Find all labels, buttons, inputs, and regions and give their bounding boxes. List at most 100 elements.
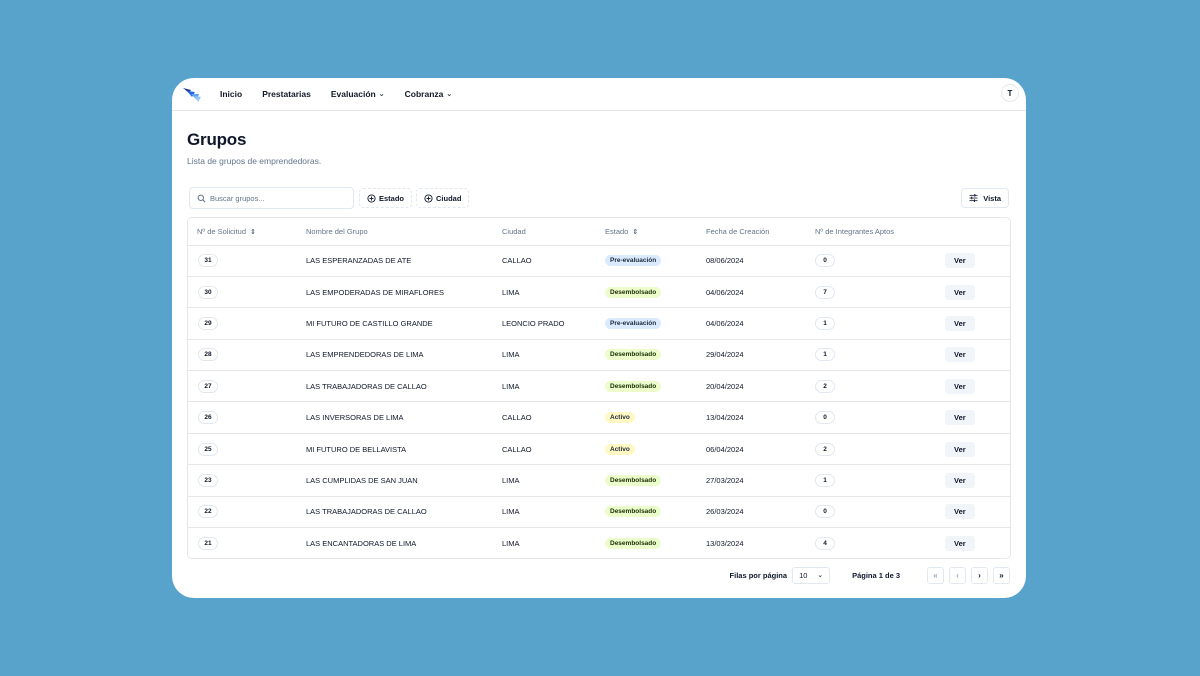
first-page-button[interactable]: « <box>927 566 944 584</box>
request-id-badge: 29 <box>198 316 218 330</box>
header-actions <box>945 218 1010 246</box>
count-badge: 1 <box>815 316 835 330</box>
cell-action: Ver <box>945 307 1010 340</box>
rows-per-page-select[interactable]: 10 ⌄ <box>792 566 831 584</box>
cell-fecha: 29/04/2024 <box>706 339 815 372</box>
view-button[interactable]: Ver <box>945 535 975 551</box>
cell-group-name: MI FUTURO DE CASTILLO GRANDE <box>306 307 502 340</box>
table-row: 22 LAS TRABAJADORAS DE CALLAO LIMA Desembol… <box>188 496 1010 529</box>
view-button[interactable]: Ver <box>945 378 975 394</box>
cell-estado: Pre-evaluación <box>605 307 706 340</box>
next-page-button[interactable]: › <box>971 566 988 584</box>
filter-ciudad-button[interactable]: Ciudad <box>416 188 470 208</box>
table-row: 21 LAS ENCANTADORAS DE LIMA LIMA Desembolsa… <box>188 528 1010 558</box>
table-header-row: Nº de Solicitud ⇕ Nombre del Grupo Ciudad… <box>188 218 1010 246</box>
cell-city: CALLAO <box>502 245 605 277</box>
rows-per-page-label: Filas por página <box>729 570 788 580</box>
header-city: Ciudad <box>502 218 605 246</box>
last-page-button[interactable]: » <box>993 566 1010 584</box>
cell-action: Ver <box>945 433 1010 466</box>
cell-integrantes: 4 <box>815 528 945 558</box>
cell-group-name: LAS ESPERANZADAS DE ATE <box>306 245 502 277</box>
view-button[interactable]: Ver <box>945 284 975 300</box>
request-id-badge: 26 <box>198 411 218 425</box>
cell-group-name: LAS EMPRENDEDORAS DE LIMA <box>306 339 502 372</box>
header-id[interactable]: Nº de Solicitud ⇕ <box>188 218 306 246</box>
view-button[interactable]: Ver <box>945 347 975 363</box>
chevron-down-icon: ⌄ <box>378 91 385 98</box>
request-id-badge: 25 <box>198 442 218 456</box>
cell-id: 21 <box>188 528 306 558</box>
cell-fecha: 04/06/2024 <box>706 276 815 309</box>
previous-page-button[interactable]: ‹ <box>949 566 966 584</box>
view-button[interactable]: Ver <box>945 410 975 426</box>
page-info: Página 1 de 3 <box>852 570 900 580</box>
cell-id: 26 <box>188 401 306 434</box>
table-row: 27 LAS TRABAJADORAS DE CALLAO LIMA Desembol… <box>188 370 1010 403</box>
chevron-down-icon: ⌄ <box>446 91 453 98</box>
cell-city: LIMA <box>502 339 605 372</box>
cell-estado: Activo <box>605 401 706 434</box>
cell-id: 29 <box>188 307 306 340</box>
cell-integrantes: 1 <box>815 464 945 497</box>
cell-city: LIMA <box>502 538 520 548</box>
cell-integrantes: 0 <box>815 245 945 277</box>
cell-estado: Desembolsado <box>605 528 706 558</box>
cell-group-name: LAS EMPODERADAS DE MIRAFLORES <box>306 276 502 309</box>
cell-group-name: MI FUTURO DE BELLAVISTA <box>306 433 502 466</box>
cell-action: Ver <box>945 401 1010 434</box>
cell-fecha: 08/06/2024 <box>706 245 815 277</box>
view-button[interactable]: Ver <box>945 441 975 457</box>
view-button[interactable]: Ver <box>945 504 975 520</box>
request-id-badge: 28 <box>198 348 218 362</box>
nav-prestatarias[interactable]: Prestatarias <box>262 89 311 99</box>
table-row: 29 MI FUTURO DE CASTILLO GRANDE LEONCIO PR… <box>188 307 1010 340</box>
header-integrantes: Nº de Integrantes Aptos <box>815 218 945 246</box>
cell-id: 30 <box>188 276 306 309</box>
cell-estado: Desembolsado <box>605 464 706 497</box>
cell-integrantes: 1 <box>815 339 945 372</box>
cell-fecha: 20/04/2024 <box>706 370 815 403</box>
cell-integrantes: 7 <box>815 276 945 309</box>
plus-circle-icon <box>424 193 433 203</box>
header-estado[interactable]: Estado ⇕ <box>605 218 706 246</box>
cell-integrantes: 0 <box>815 401 945 434</box>
cell-id: 25 <box>188 433 306 466</box>
plus-circle-icon <box>367 193 376 203</box>
filter-estado-button[interactable]: Estado <box>359 188 413 208</box>
status-badge: Activo <box>605 443 635 455</box>
cell-estado: Desembolsado <box>605 276 706 309</box>
count-badge: 4 <box>815 536 835 550</box>
status-badge: Desembolsado <box>605 537 662 549</box>
cell-city: LIMA <box>502 370 605 403</box>
top-navbar: Inicio Prestatarias Evaluación ⌄ Cobranza… <box>172 78 1026 111</box>
count-badge: 0 <box>815 411 835 425</box>
nav-evaluacion[interactable]: Evaluación ⌄ <box>331 89 385 99</box>
request-id-badge: 22 <box>198 505 218 519</box>
cell-group-name: LAS TRABAJADORAS DE CALLAO <box>306 496 502 529</box>
cell-city: LIMA <box>502 496 605 529</box>
view-button[interactable]: Ver <box>945 472 975 488</box>
logo-icon[interactable] <box>182 85 202 103</box>
view-button[interactable]: Ver <box>945 315 975 331</box>
page-title: Grupos <box>187 130 247 149</box>
nav-cobranza[interactable]: Cobranza ⌄ <box>405 89 453 99</box>
nav-inicio[interactable]: Inicio <box>220 89 242 99</box>
cell-fecha: 13/04/2024 <box>706 401 815 434</box>
view-options-button[interactable]: Vista <box>961 188 1009 208</box>
count-badge: 0 <box>815 505 835 519</box>
cell-city: LIMA <box>502 276 605 309</box>
cell-integrantes: 2 <box>815 433 945 466</box>
search-box[interactable] <box>189 187 354 209</box>
search-input[interactable] <box>210 193 350 203</box>
count-badge: 7 <box>815 285 835 299</box>
status-badge: Pre-evaluación <box>605 317 662 329</box>
sort-icon[interactable]: ⇕ <box>632 228 638 236</box>
cell-integrantes: 2 <box>815 370 945 403</box>
cell-action: Ver <box>945 370 1010 403</box>
status-badge: Activo <box>605 412 635 424</box>
view-button[interactable]: Ver <box>945 253 975 269</box>
status-badge: Desembolsado <box>605 506 662 518</box>
user-avatar[interactable]: T <box>1001 84 1019 102</box>
sort-icon[interactable]: ⇕ <box>250 228 256 236</box>
